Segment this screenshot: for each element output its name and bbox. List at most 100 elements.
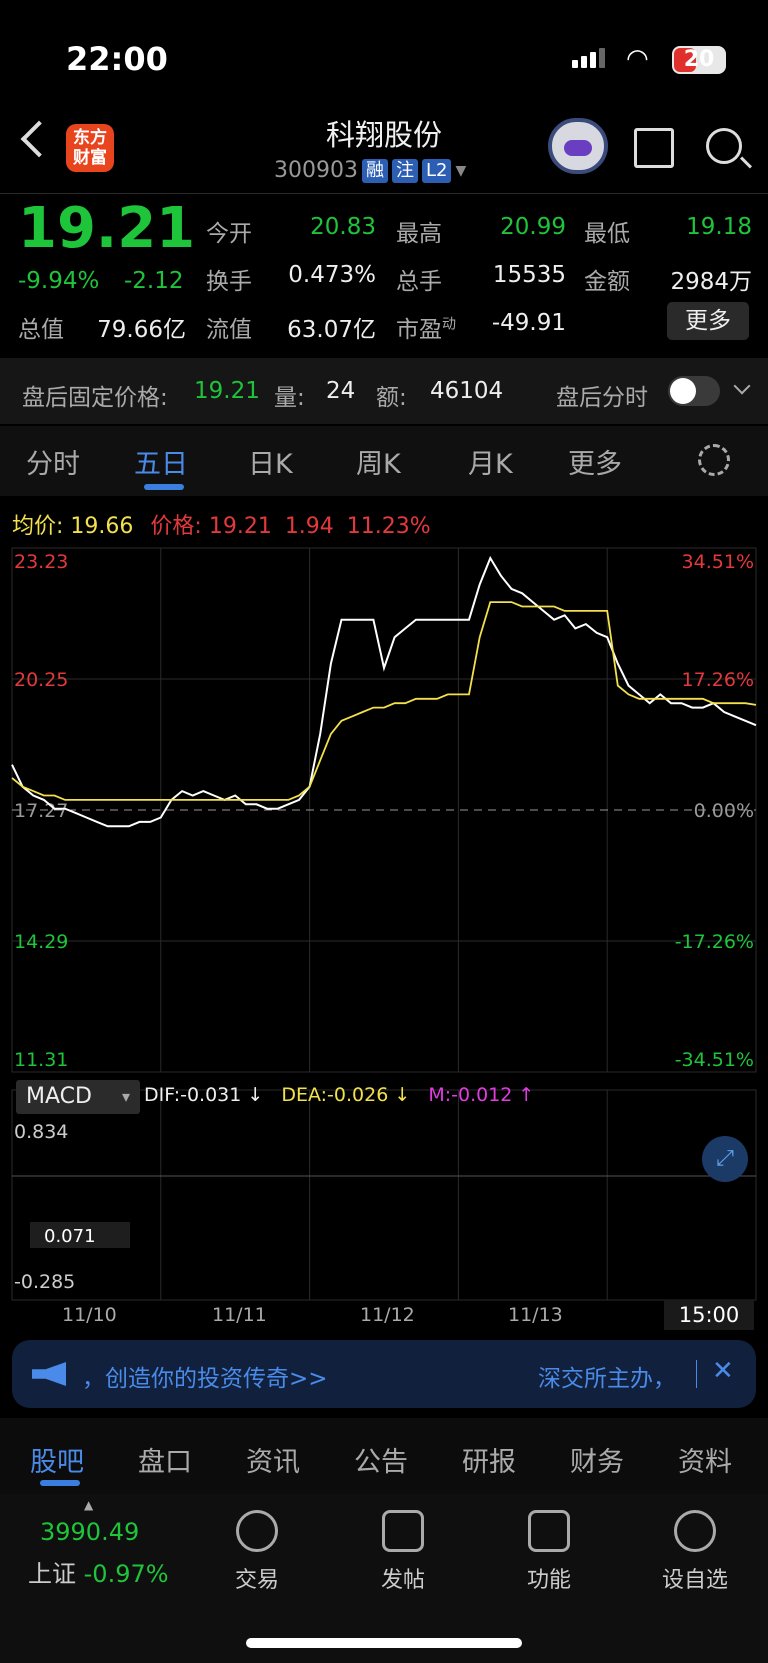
tab-forum[interactable]: 股吧 [30,1440,84,1479]
app-logo: 东方财富 [66,124,114,172]
y-tick-left: 14.29 [14,931,68,953]
close-icon[interactable]: ✕ [712,1356,734,1386]
tab-news[interactable]: 资讯 [246,1440,300,1479]
turnover-label: 换手 [206,269,252,295]
tab-financials[interactable]: 财务 [570,1440,624,1479]
after-hours-toggle[interactable] [668,376,720,406]
dropdown-icon: ▼ [455,162,467,179]
macd-legend: DIF:-0.031 ↓ DEA:-0.026 ↓ M:-0.012 ↑ [144,1084,535,1106]
pct-value: 11.23% [346,514,431,539]
margin-tag: 融 [361,158,388,183]
index-label[interactable]: 上证 -0.97% [28,1554,169,1589]
home-indicator [246,1638,522,1648]
grid-icon [528,1510,570,1552]
y-tick-right: 0.00% [694,800,754,822]
index-pct: -0.97% [83,1560,169,1588]
y-tick-right: -17.26% [675,931,754,953]
after-hours-amt-label: 额: [376,385,407,411]
tab-more[interactable]: 更多 [568,442,622,481]
y-tick-left: 20.25 [14,669,68,691]
amount-value: 2984万 [670,269,752,295]
index-value[interactable]: 3990.49 [40,1518,139,1546]
active-bottom-tab-indicator [40,1480,80,1486]
after-hours-label: 盘后固定价格: [22,385,168,411]
macd-dea: DEA:-0.026 [281,1084,389,1106]
expand-icon[interactable]: ⤢ [702,1136,748,1182]
macd-dif: DIF:-0.031 [144,1084,242,1106]
avg-label: 均价: [12,514,64,539]
turnover-value: 0.473% [288,262,376,288]
y-tick-right: -34.51% [675,1049,754,1071]
after-hours-timeshare-label: 盘后分时 [556,385,648,411]
l2-tag: L2 [421,158,452,183]
tab-announcements[interactable]: 公告 [354,1440,408,1479]
share-icon[interactable] [634,128,674,168]
volume-label: 总手 [396,269,442,295]
signal-icon [572,48,605,68]
low-value: 19.18 [686,214,752,240]
dock-watchlist[interactable]: 设自选 [650,1510,740,1594]
tab-timeshare[interactable]: 分时 [26,442,80,481]
open-value: 20.83 [310,214,376,240]
price-value: 19.21 [208,514,272,539]
pe-label: 市盈动 [396,316,456,343]
after-hours-vol-label: 量: [274,385,305,411]
tab-daily-k[interactable]: 日K [248,442,293,481]
battery-icon: 20 [672,46,726,74]
y-tick-left: 11.31 [14,1049,68,1071]
x-label-day3: 11/12 [360,1304,415,1326]
high-label: 最高 [396,221,442,247]
dock-trade[interactable]: 交易 [212,1510,302,1594]
assistant-icon[interactable] [548,118,608,174]
tab-research[interactable]: 研报 [462,1440,516,1479]
search-icon[interactable] [706,128,742,164]
battery-level: 20 [683,47,715,72]
price-label: 价格: [150,514,202,539]
stock-code: 300903 [274,158,358,183]
x-label-day1: 11/10 [62,1304,117,1326]
time-label: 15:00 [664,1300,754,1330]
dock-functions[interactable]: 功能 [504,1510,594,1594]
bottom-tabs: 股吧 盘口 资讯 公告 研报 财务 资料 [0,1418,768,1494]
y-tick-right: 17.26% [682,669,754,691]
tab-weekly-k[interactable]: 周K [356,442,401,481]
five-day-chart[interactable]: 23.23 20.25 17.27 14.29 11.31 34.51% 17.26% 0.0… [0,540,768,1330]
y-tick-left: 17.27 [14,800,68,822]
volume-value: 15535 [492,262,566,288]
macd-selector[interactable]: MACD [16,1080,140,1114]
y-tick-left: 23.23 [14,551,68,573]
diff-value: 1.94 [284,514,334,539]
more-button[interactable]: 更多 [667,302,749,340]
amount-label: 金额 [584,269,630,295]
banner-text-2: 深交所主办， [538,1366,676,1392]
promo-banner[interactable]: ，创造你的投资传奇>> 深交所主办， ✕ [12,1340,756,1408]
high-value: 20.99 [500,214,566,240]
price-line [11,555,757,828]
mcap-value: 79.66亿 [97,317,186,343]
after-hours-amt: 46104 [430,378,504,404]
back-icon[interactable] [20,120,58,158]
macd-marker: 0.071 [44,1226,96,1247]
low-label: 最低 [584,221,630,247]
gear-icon[interactable] [698,444,730,476]
tab-five-day[interactable]: 五日 [134,442,188,481]
y-tick-right: 34.51% [682,551,754,573]
change-amount: -2.12 [124,268,184,294]
pe-sup: 动 [442,316,456,333]
megaphone-icon [32,1362,66,1386]
float-label: 流值 [206,317,252,343]
pe-value: -49.91 [491,310,566,336]
stock-code-row[interactable]: 300903 融 注 L2 ▼ [274,158,466,183]
tab-profile[interactable]: 资料 [678,1440,732,1479]
dock-post[interactable]: 发帖 [358,1510,448,1594]
active-tab-indicator [144,484,184,490]
avg-value: 19.66 [70,514,134,539]
chart-legend: 均价: 19.66 价格: 19.21 1.94 11.23% [12,508,431,540]
tab-orderbook[interactable]: 盘口 [138,1440,192,1479]
more-icon [674,1510,716,1552]
edit-icon [382,1510,424,1552]
tab-monthly-k[interactable]: 月K [468,442,513,481]
macd-frame [11,1089,757,1301]
open-label: 今开 [206,221,252,247]
mcap-label: 总值 [18,317,64,343]
